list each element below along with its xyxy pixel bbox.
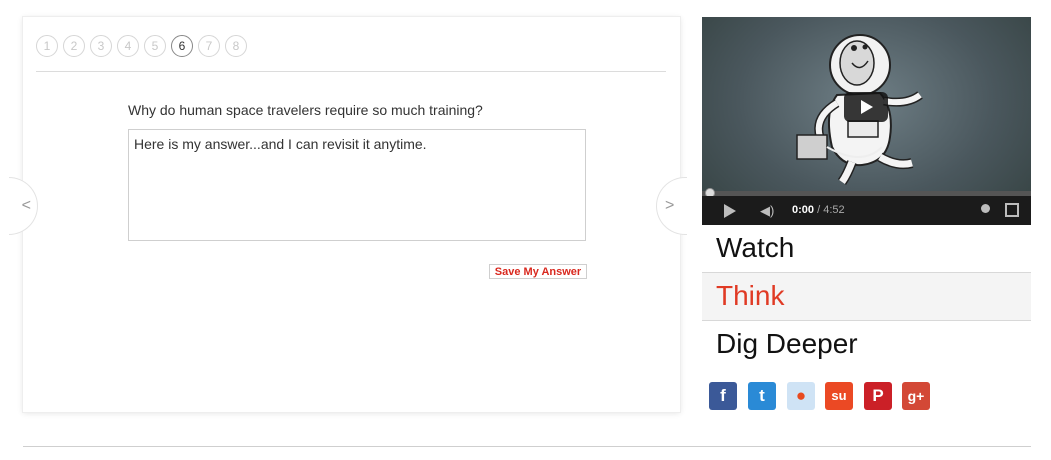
play-icon[interactable] (724, 204, 736, 218)
fullscreen-icon[interactable] (1005, 203, 1019, 217)
stumbleupon-icon[interactable]: su (825, 382, 853, 410)
chevron-right-icon: > (665, 197, 675, 214)
previous-question-button[interactable]: < (9, 177, 38, 235)
step-5[interactable]: 5 (144, 35, 166, 57)
step-6[interactable]: 6 (171, 35, 193, 57)
step-8[interactable]: 8 (225, 35, 247, 57)
current-time: 0:00 (792, 204, 815, 216)
answer-field[interactable] (128, 129, 586, 241)
reddit-icon[interactable]: ● (787, 382, 815, 410)
question-card: 1 2 3 4 5 6 7 8 Why do human space trave… (9, 17, 687, 412)
google-plus-icon[interactable]: g+ (902, 382, 930, 410)
duration: 4:52 (823, 204, 845, 216)
question-text: Why do human space travelers require so … (128, 102, 483, 118)
step-1[interactable]: 1 (36, 35, 58, 57)
save-answer-button[interactable]: Save My Answer (489, 264, 587, 279)
step-2[interactable]: 2 (63, 35, 85, 57)
lesson-tabs: Watch Think Dig Deeper (702, 225, 1031, 368)
pinterest-icon[interactable]: P (864, 382, 892, 410)
facebook-icon[interactable]: f (709, 382, 737, 410)
video-player[interactable]: ◀) 0:00 / 4:52 (702, 17, 1031, 225)
card-divider (36, 71, 666, 72)
watch-later-icon[interactable] (981, 204, 990, 213)
footer-divider (23, 446, 1031, 447)
tab-watch[interactable]: Watch (702, 225, 1031, 273)
video-controls: ◀) 0:00 / 4:52 (702, 196, 1031, 225)
chevron-left-icon: < (21, 197, 31, 214)
step-7[interactable]: 7 (198, 35, 220, 57)
volume-icon[interactable]: ◀) (760, 203, 774, 219)
tab-think[interactable]: Think (702, 273, 1031, 321)
next-question-button[interactable]: > (656, 177, 687, 235)
twitter-icon[interactable]: t (748, 382, 776, 410)
step-4[interactable]: 4 (117, 35, 139, 57)
play-overlay-button[interactable] (844, 92, 888, 122)
video-time: 0:00 / 4:52 (792, 204, 845, 216)
step-3[interactable]: 3 (90, 35, 112, 57)
tab-dig-deeper[interactable]: Dig Deeper (702, 321, 1031, 368)
